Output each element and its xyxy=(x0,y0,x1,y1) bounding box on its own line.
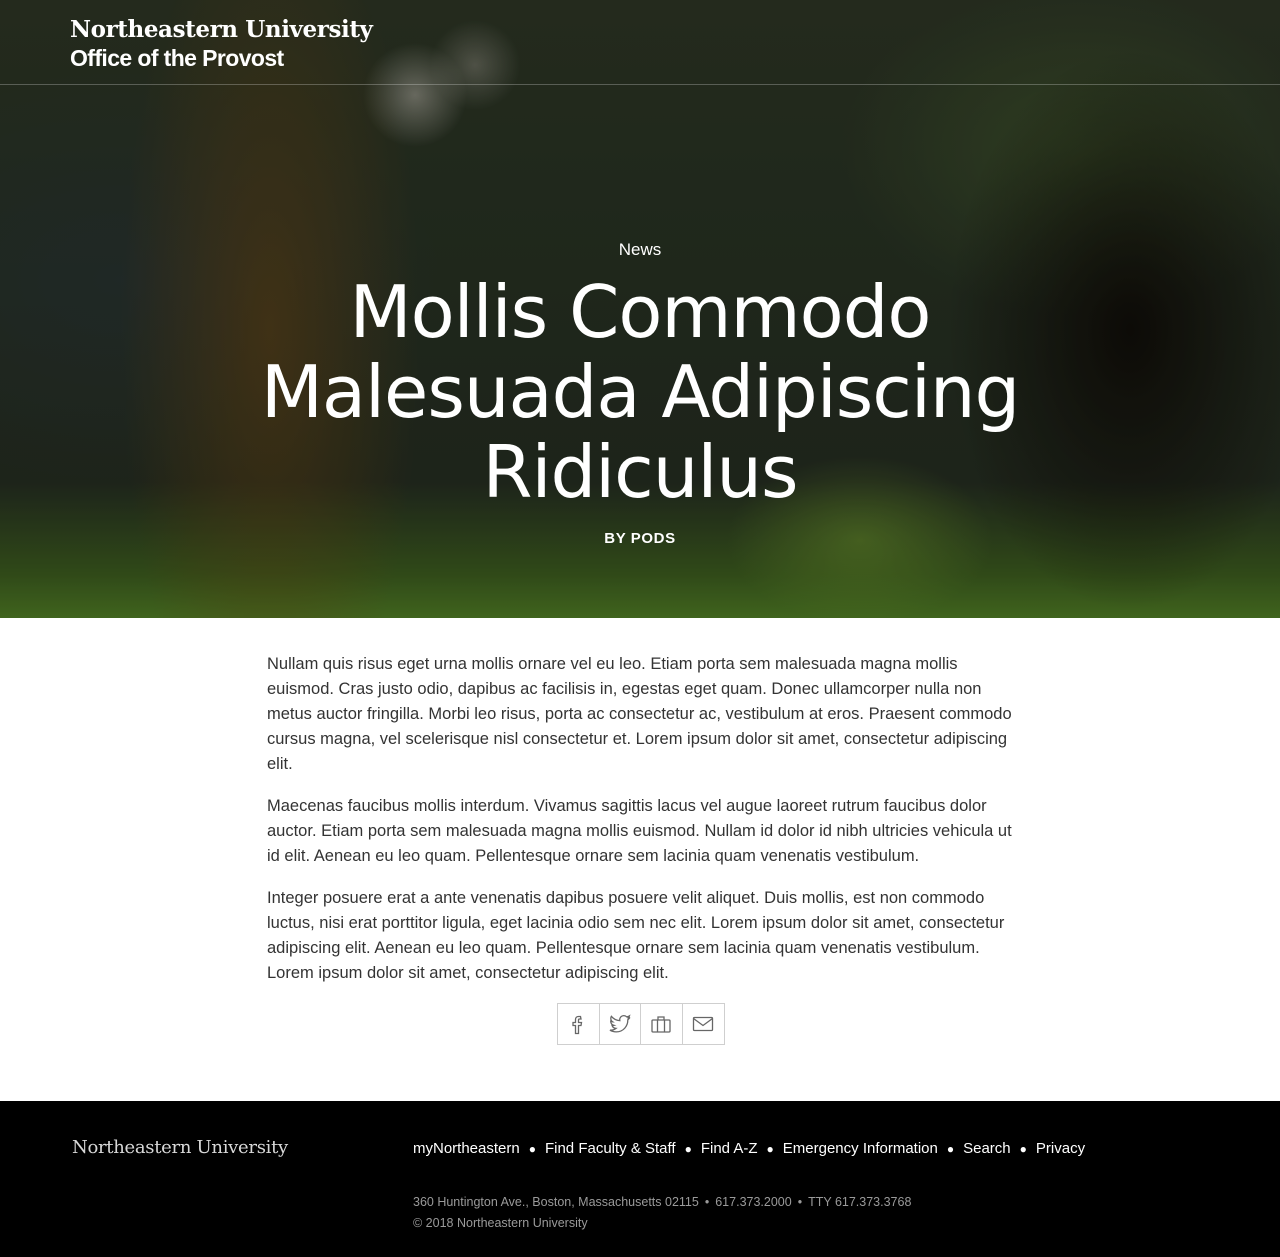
footer-link-find-a-z[interactable]: Find A-Z xyxy=(701,1139,758,1159)
footer-nav: myNortheastern ● Find Faculty & Staff ● … xyxy=(413,1139,1085,1159)
footer-link-privacy[interactable]: Privacy xyxy=(1036,1139,1085,1159)
share-email-button[interactable] xyxy=(682,1004,724,1044)
email-icon xyxy=(693,1016,714,1032)
separator-dot: ● xyxy=(684,1142,692,1156)
share-twitter-button[interactable] xyxy=(599,1004,641,1044)
footer-link-emergency-information[interactable]: Emergency Information xyxy=(783,1139,938,1159)
page-title: Mollis Commodo Malesuada Adipiscing Ridi… xyxy=(260,270,1020,514)
article-byline: BY PODS xyxy=(604,530,676,547)
separator-dot: ● xyxy=(766,1142,774,1156)
share-linkedin-button[interactable] xyxy=(641,1004,683,1044)
footer-tty[interactable]: TTY 617.373.3768 xyxy=(808,1195,911,1209)
footer-contact: 360 Huntington Ave., Boston, Massachuset… xyxy=(413,1192,911,1234)
footer-link-search[interactable]: Search xyxy=(963,1139,1011,1159)
footer-copyright: © 2018 Northeastern University xyxy=(413,1216,588,1230)
footer-logo[interactable]: Northeastern University xyxy=(72,1137,288,1158)
separator-dot: ● xyxy=(946,1142,955,1156)
facebook-icon xyxy=(572,1015,583,1035)
footer-link-mynortheastern[interactable]: myNortheastern xyxy=(413,1139,520,1159)
site-logo[interactable]: Northeastern University Office of the Pr… xyxy=(70,16,373,72)
briefcase-icon xyxy=(651,1016,671,1033)
share-facebook-button[interactable] xyxy=(558,1004,600,1044)
footer-link-find-faculty-staff[interactable]: Find Faculty & Staff xyxy=(545,1139,676,1159)
hero-content: News Mollis Commodo Malesuada Adipiscing… xyxy=(0,238,1280,547)
logo-university-name: Northeastern University xyxy=(70,16,373,43)
article-category[interactable]: News xyxy=(0,238,1280,262)
footer-phone[interactable]: 617.373.2000 xyxy=(715,1195,791,1209)
article-paragraph: Maecenas faucibus mollis interdum. Vivam… xyxy=(267,797,1012,865)
share-bar xyxy=(557,1003,725,1045)
separator-dot: • xyxy=(797,1195,803,1209)
twitter-icon xyxy=(609,1014,631,1033)
hero-banner: Northeastern University Office of the Pr… xyxy=(0,0,1280,618)
article-paragraph: Integer posuere erat a ante venenatis da… xyxy=(267,889,1005,982)
separator-dot: ● xyxy=(1019,1142,1027,1156)
separator-dot: • xyxy=(704,1195,710,1209)
logo-office-name: Office of the Provost xyxy=(70,45,284,71)
footer-address: 360 Huntington Ave., Boston, Massachuset… xyxy=(413,1195,699,1209)
article-paragraph: Nullam quis risus eget urna mollis ornar… xyxy=(267,655,1012,773)
separator-dot: ● xyxy=(528,1142,536,1156)
site-footer: Northeastern University myNortheastern ●… xyxy=(0,1101,1280,1257)
site-header: Northeastern University Office of the Pr… xyxy=(0,0,1280,85)
article-body: Nullam quis risus eget urna mollis ornar… xyxy=(267,652,1015,1003)
